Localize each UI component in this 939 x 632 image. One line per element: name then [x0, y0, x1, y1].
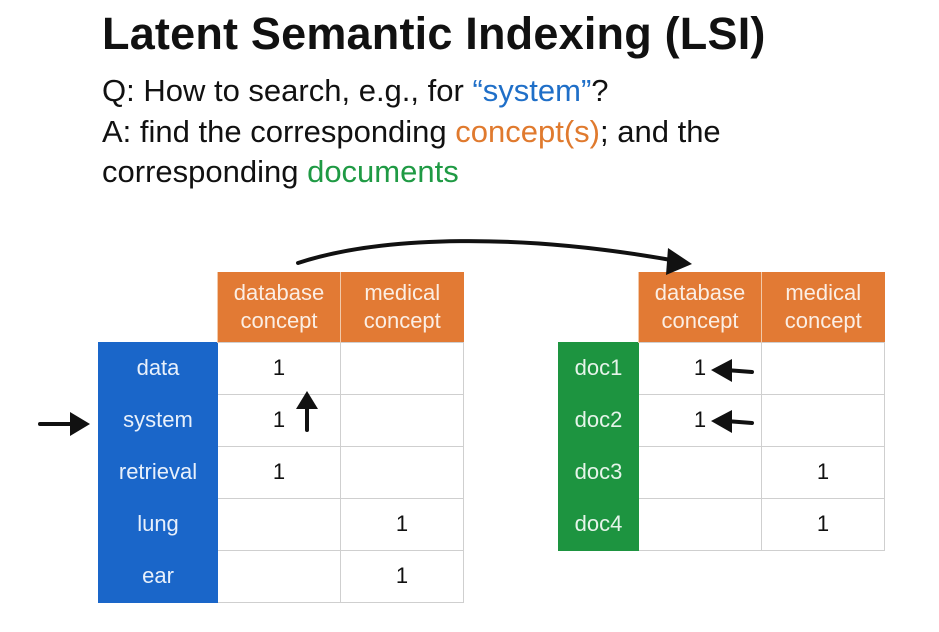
- arrow-right-icon: [38, 412, 90, 436]
- curved-arrow: [296, 239, 684, 265]
- annotation-overlay: [38, 239, 754, 436]
- arrow-up-icon: [296, 391, 318, 432]
- arrow-left-icon: [711, 410, 754, 433]
- arrow-left-icon: [711, 359, 754, 382]
- curved-arrow-head: [666, 248, 692, 275]
